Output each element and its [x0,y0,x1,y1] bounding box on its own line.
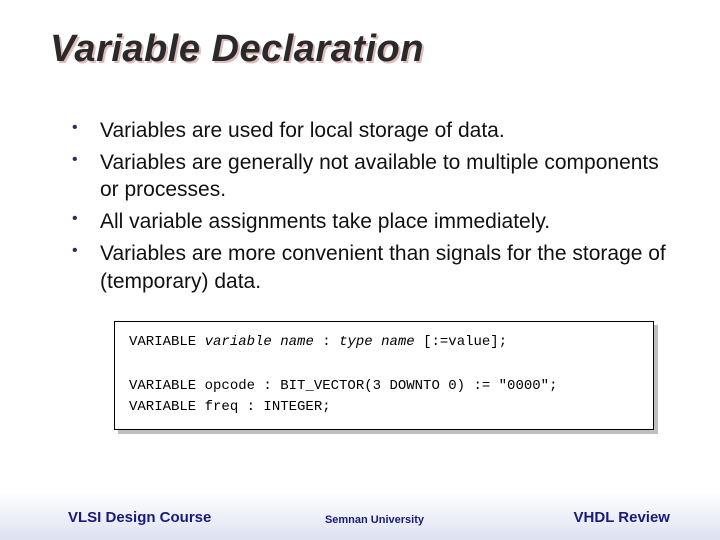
bullet-list: Variables are used for local storage of … [50,117,670,295]
code-keyword: VARIABLE [129,334,205,350]
code-line-3: VARIABLE freq : INTEGER; [129,399,331,415]
footer-center: Semnan University [325,514,424,526]
bullet-item: Variables are generally not available to… [72,149,670,204]
footer: VLSI Design Course Semnan University VHD… [0,509,720,526]
code-line-2: VARIABLE opcode : BIT_VECTOR(3 DOWNTO 0)… [129,378,557,394]
footer-right: VHDL Review [574,509,670,526]
code-line-1: VARIABLE variable name : type name [:=va… [129,334,507,350]
code-italic: type name [339,334,415,350]
code-content: VARIABLE variable name : type name [:=va… [114,321,654,430]
bullet-item: Variables are used for local storage of … [72,117,670,145]
code-box: VARIABLE variable name : type name [:=va… [114,321,654,430]
code-text: [:=value]; [415,334,507,350]
bullet-item: Variables are more convenient than signa… [72,240,670,295]
bullet-item: All variable assignments take place imme… [72,208,670,236]
code-text: : [314,334,339,350]
code-italic: variable name [205,334,314,350]
slide: Variable Declaration Variables are used … [0,0,720,540]
slide-title: Variable Declaration [50,28,670,71]
footer-left: VLSI Design Course [68,509,211,526]
